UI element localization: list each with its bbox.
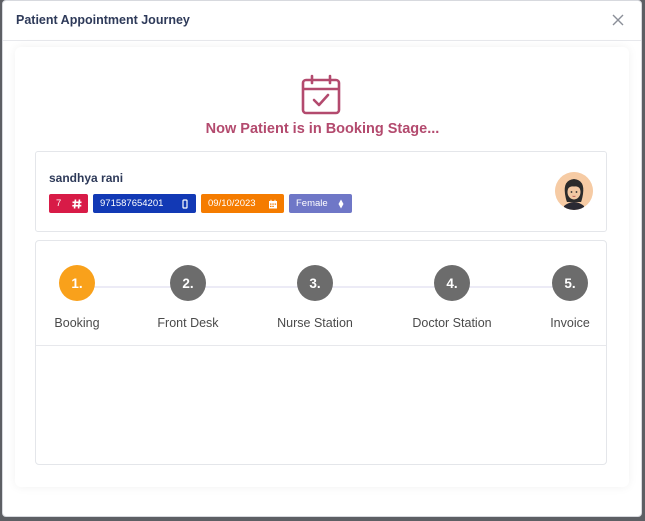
steps-divider bbox=[36, 345, 606, 346]
step-doctor-station[interactable]: 4. Doctor Station bbox=[402, 265, 502, 330]
calendar-icon bbox=[268, 199, 278, 209]
female-avatar-icon bbox=[555, 172, 593, 210]
step-label: Front Desk bbox=[157, 316, 219, 330]
step-label: Booking bbox=[54, 316, 100, 330]
step-invoice[interactable]: 5. Invoice bbox=[540, 265, 600, 330]
step-front-desk[interactable]: 2. Front Desk bbox=[147, 265, 229, 330]
patient-id-badge: 7 bbox=[49, 194, 88, 213]
step-nurse-station[interactable]: 3. Nurse Station bbox=[265, 265, 365, 330]
calendar-check-icon bbox=[300, 74, 342, 116]
step-circle[interactable]: 1. bbox=[59, 265, 95, 301]
step-circle[interactable]: 5. bbox=[552, 265, 588, 301]
step-label: Doctor Station bbox=[412, 316, 492, 330]
step-label: Invoice bbox=[550, 316, 590, 330]
step-booking[interactable]: 1. Booking bbox=[41, 265, 113, 330]
step-label: Nurse Station bbox=[277, 316, 353, 330]
gender-icon bbox=[336, 199, 346, 209]
gender-badge: Female bbox=[289, 194, 352, 213]
mobile-icon bbox=[180, 198, 190, 209]
appointment-date-badge: 09/10/2023 bbox=[201, 194, 284, 213]
step-circle[interactable]: 2. bbox=[170, 265, 206, 301]
hash-icon bbox=[72, 198, 82, 209]
patient-phone-badge: 971587654201 bbox=[93, 194, 196, 213]
patient-name: sandhya rani bbox=[49, 171, 124, 185]
patient-badges: 7 971587654201 09/10/2023 Female bbox=[49, 194, 352, 213]
step-circle[interactable]: 3. bbox=[297, 265, 333, 301]
modal-title: Patient Appointment Journey bbox=[16, 13, 190, 27]
close-icon[interactable] bbox=[611, 13, 625, 27]
patient-info-card: sandhya rani 7 971587654201 09/10/2023 F… bbox=[35, 151, 607, 232]
modal-header: Patient Appointment Journey bbox=[3, 1, 641, 41]
step-circle[interactable]: 4. bbox=[434, 265, 470, 301]
stage-message: Now Patient is in Booking Stage... bbox=[205, 121, 440, 137]
journey-steps-card: 1. Booking 2. Front Desk 3. Nurse Statio… bbox=[35, 240, 607, 465]
